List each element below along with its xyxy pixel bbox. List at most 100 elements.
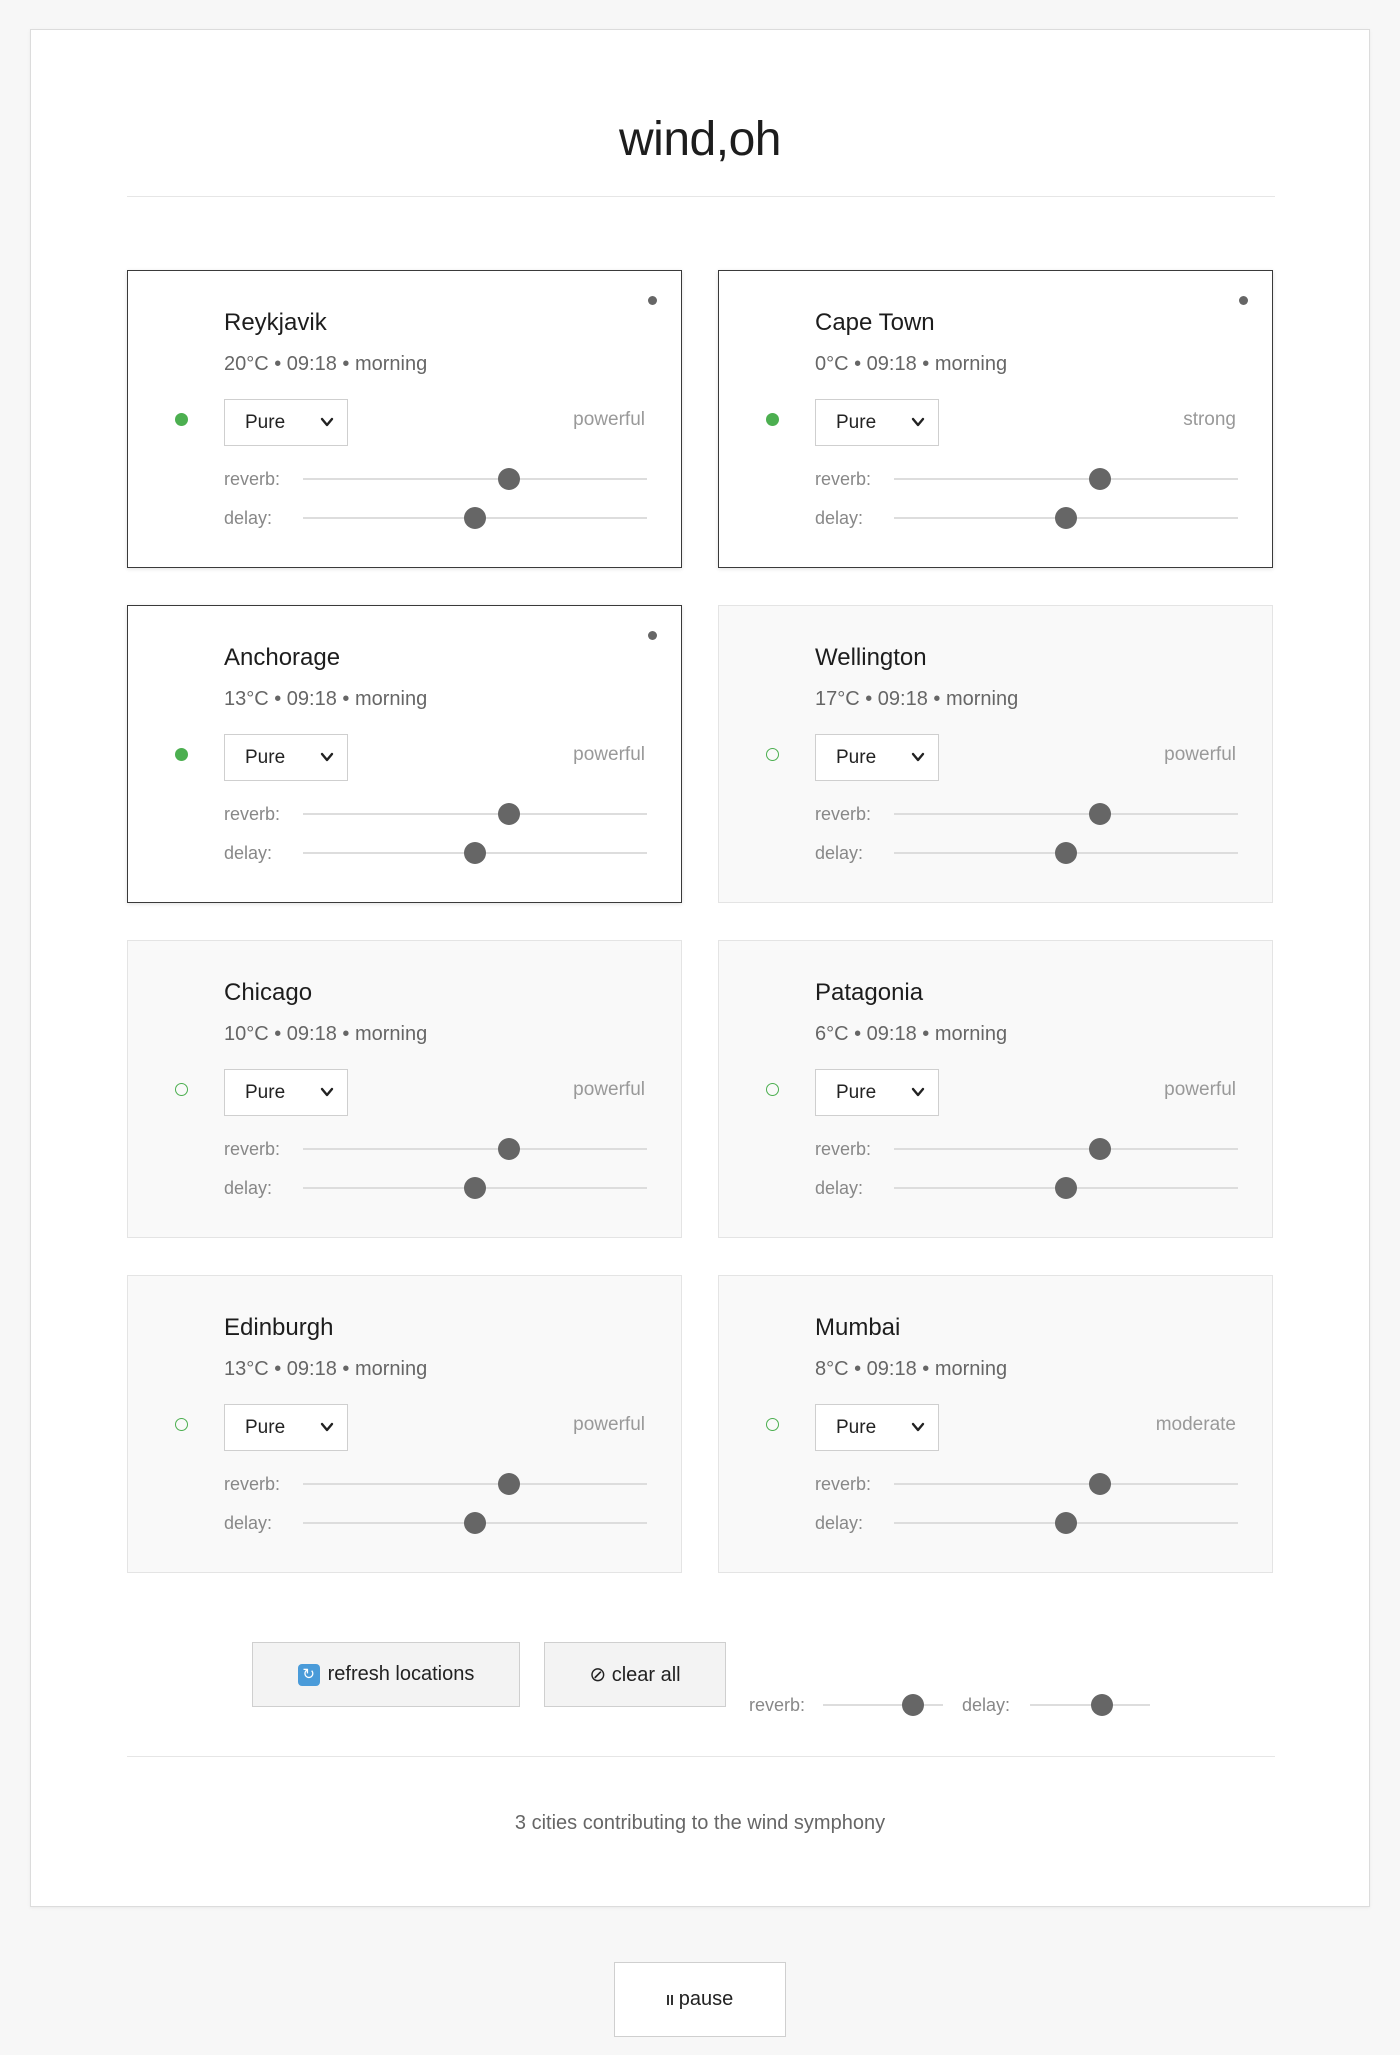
delay-slider[interactable]	[894, 842, 1238, 864]
delay-slider[interactable]	[894, 507, 1238, 529]
clear-all-button[interactable]: ⊘ clear all	[544, 1642, 726, 1707]
preset-select-value: Pure	[836, 1081, 877, 1103]
delay-thumb[interactable]	[1055, 1512, 1077, 1534]
city-toggle[interactable]	[766, 748, 779, 761]
delay-thumb[interactable]	[1055, 1177, 1077, 1199]
reverb-thumb[interactable]	[1089, 468, 1112, 490]
reverb-label: reverb:	[224, 1139, 281, 1159]
city-name: Anchorage	[224, 644, 341, 671]
reverb-thumb[interactable]	[1089, 1473, 1112, 1495]
reverb-slider[interactable]	[894, 1138, 1238, 1160]
preset-select[interactable]: Pure	[224, 1069, 348, 1116]
reverb-slider[interactable]	[894, 1473, 1238, 1495]
pause-button[interactable]: pause	[614, 1962, 786, 2037]
reverb-thumb[interactable]	[498, 468, 521, 490]
city-card: Cape Town 0°C • 09:18 • morning Pure str…	[718, 270, 1273, 568]
city-name: Mumbai	[815, 1314, 901, 1341]
preset-select[interactable]: Pure	[815, 1069, 939, 1116]
delay-slider[interactable]	[894, 1177, 1238, 1199]
delay-thumb[interactable]	[1055, 842, 1077, 864]
city-meta: 10°C • 09:18 • morning	[224, 1023, 428, 1045]
city-name: Reykjavik	[224, 309, 327, 336]
chevron-down-icon	[911, 417, 925, 427]
title-divider	[127, 196, 1275, 197]
delay-slider[interactable]	[303, 507, 647, 529]
reverb-label: reverb:	[224, 469, 281, 489]
reverb-slider[interactable]	[894, 468, 1238, 490]
city-toggle[interactable]	[175, 748, 188, 761]
delay-slider[interactable]	[894, 1512, 1238, 1534]
preset-select[interactable]: Pure	[224, 734, 348, 781]
preset-select[interactable]: Pure	[815, 1404, 939, 1451]
city-name: Edinburgh	[224, 1314, 334, 1341]
reverb-thumb[interactable]	[498, 803, 521, 825]
preset-select[interactable]: Pure	[224, 399, 348, 446]
reverb-thumb[interactable]	[1089, 1138, 1112, 1160]
main-panel: wind,oh Reykjavik 20°C • 09:18 • morning…	[30, 29, 1370, 1907]
city-card: Edinburgh 13°C • 09:18 • morning Pure po…	[127, 1275, 682, 1573]
city-meta: 6°C • 09:18 • morning	[815, 1023, 1008, 1045]
reverb-label: reverb:	[815, 1139, 872, 1159]
wind-strength: powerful	[1164, 1079, 1236, 1100]
delay-label: delay:	[224, 1178, 273, 1198]
preset-select[interactable]: Pure	[815, 734, 939, 781]
city-toggle[interactable]	[175, 1083, 188, 1096]
reverb-label: reverb:	[224, 1474, 281, 1494]
global-reverb-thumb[interactable]	[902, 1694, 924, 1716]
delay-label: delay:	[224, 1513, 273, 1533]
active-indicator-dot	[648, 631, 657, 640]
city-meta: 13°C • 09:18 • morning	[224, 688, 428, 710]
refresh-icon: ↻	[297, 1663, 320, 1686]
city-card: Wellington 17°C • 09:18 • morning Pure p…	[718, 605, 1273, 903]
global-reverb-label: reverb:	[749, 1695, 806, 1715]
city-toggle[interactable]	[766, 1083, 779, 1096]
reverb-thumb[interactable]	[498, 1138, 521, 1160]
global-delay-thumb[interactable]	[1091, 1694, 1113, 1716]
city-meta: 8°C • 09:18 • morning	[815, 1358, 1008, 1380]
delay-thumb[interactable]	[464, 1177, 486, 1199]
reverb-label: reverb:	[815, 804, 872, 824]
city-toggle[interactable]	[175, 413, 188, 426]
delay-label: delay:	[815, 1513, 864, 1533]
delay-slider[interactable]	[303, 842, 647, 864]
reverb-slider[interactable]	[894, 803, 1238, 825]
global-delay-label: delay:	[962, 1695, 1011, 1715]
delay-thumb[interactable]	[1055, 507, 1077, 529]
delay-thumb[interactable]	[464, 1512, 486, 1534]
reverb-slider[interactable]	[303, 1473, 647, 1495]
preset-select[interactable]: Pure	[815, 399, 939, 446]
delay-label: delay:	[815, 508, 864, 528]
delay-thumb[interactable]	[464, 507, 486, 529]
city-meta: 17°C • 09:18 • morning	[815, 688, 1019, 710]
reverb-label: reverb:	[815, 1474, 872, 1494]
reverb-slider[interactable]	[303, 1138, 647, 1160]
city-card: Anchorage 13°C • 09:18 • morning Pure po…	[127, 605, 682, 903]
city-meta: 13°C • 09:18 • morning	[224, 1358, 428, 1380]
delay-label: delay:	[815, 1178, 864, 1198]
city-toggle[interactable]	[175, 1418, 188, 1431]
city-name: Patagonia	[815, 979, 924, 1006]
delay-slider[interactable]	[303, 1512, 647, 1534]
reverb-thumb[interactable]	[498, 1473, 521, 1495]
city-card: Chicago 10°C • 09:18 • morning Pure powe…	[127, 940, 682, 1238]
preset-select[interactable]: Pure	[224, 1404, 348, 1451]
wind-strength: powerful	[573, 409, 645, 430]
delay-slider[interactable]	[303, 1177, 647, 1199]
global-reverb-slider[interactable]	[823, 1694, 943, 1716]
refresh-locations-button[interactable]: ↻ refresh locations	[252, 1642, 520, 1707]
chevron-down-icon	[320, 417, 334, 427]
delay-thumb[interactable]	[464, 842, 486, 864]
reverb-slider[interactable]	[303, 468, 647, 490]
city-card: Mumbai 8°C • 09:18 • morning Pure modera…	[718, 1275, 1273, 1573]
preset-select-value: Pure	[836, 1416, 877, 1438]
city-toggle[interactable]	[766, 413, 779, 426]
chevron-down-icon	[320, 1422, 334, 1432]
city-toggle[interactable]	[766, 1418, 779, 1431]
reverb-label: reverb:	[224, 804, 281, 824]
preset-select-value: Pure	[836, 746, 877, 768]
chevron-down-icon	[320, 752, 334, 762]
active-indicator-dot	[1239, 296, 1248, 305]
reverb-thumb[interactable]	[1089, 803, 1112, 825]
global-delay-slider[interactable]	[1030, 1694, 1150, 1716]
reverb-slider[interactable]	[303, 803, 647, 825]
